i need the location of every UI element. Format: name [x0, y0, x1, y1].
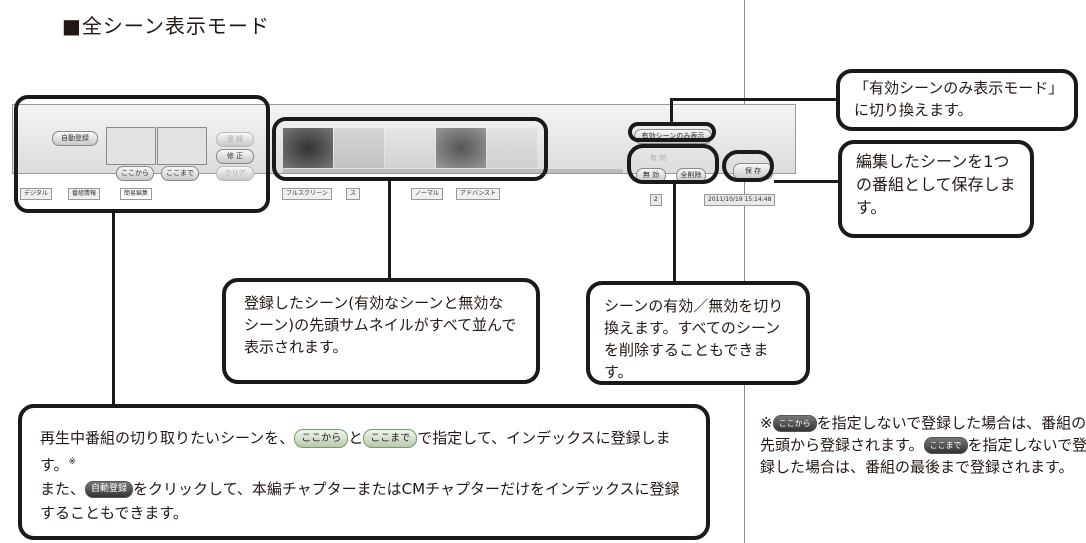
leader-line — [673, 184, 676, 288]
leader-line — [670, 98, 860, 101]
callout-save: 編集したシーンを1つの番組として保存します。 — [838, 140, 1034, 238]
from-here-chip: ここから — [772, 415, 817, 432]
page-title: ■全シーン表示モード — [62, 14, 270, 38]
callout-valid-toggle: シーンの有効／無効を切り換えます。すべてのシーンを削除することもできます。 — [586, 281, 810, 385]
datetime-display: 2011/10/19 15:14:48 — [704, 194, 776, 206]
to-here-chip: ここまで — [923, 437, 968, 454]
thumbnails-highlight — [272, 117, 548, 181]
callout-valid-only: 「有効シーンのみ表示モード」に切り換えます。 — [836, 69, 1078, 131]
edit-controls-highlight — [14, 95, 270, 213]
normal-view-button[interactable]: ノーマル — [411, 188, 444, 200]
auto-register-chip: 自動登録 — [85, 481, 134, 498]
leader-line — [112, 213, 115, 406]
valid-only-highlight — [628, 122, 716, 142]
from-here-chip: ここから — [294, 429, 349, 448]
valid-toggle-highlight — [627, 144, 719, 184]
callout-register: 再生中番組の切り取りたいシーンを、 ここからとここまで で指定して、インデックスに登… — [18, 404, 710, 540]
callout-thumbnails: 登録したシーン(有効なシーンと無効なシーン)の先頭サムネイルがすべて並んで表示さ… — [222, 278, 540, 384]
footnote: ※ ここから を指定しないで登録した場合は、番組の先頭から登録されます。 ここまで を指… — [760, 414, 1086, 476]
leader-line — [388, 181, 391, 285]
fullscreen-button[interactable]: フルスクリーン — [282, 188, 332, 200]
status-indicator: 2 — [650, 194, 662, 206]
save-highlight — [722, 150, 774, 182]
leader-line — [670, 98, 673, 124]
to-here-chip: ここまで — [363, 429, 418, 448]
view-button-s[interactable]: ス — [346, 188, 361, 200]
advanced-view-button[interactable]: アドバンスト — [456, 188, 501, 200]
leader-line — [774, 180, 848, 183]
column-divider — [744, 0, 745, 543]
